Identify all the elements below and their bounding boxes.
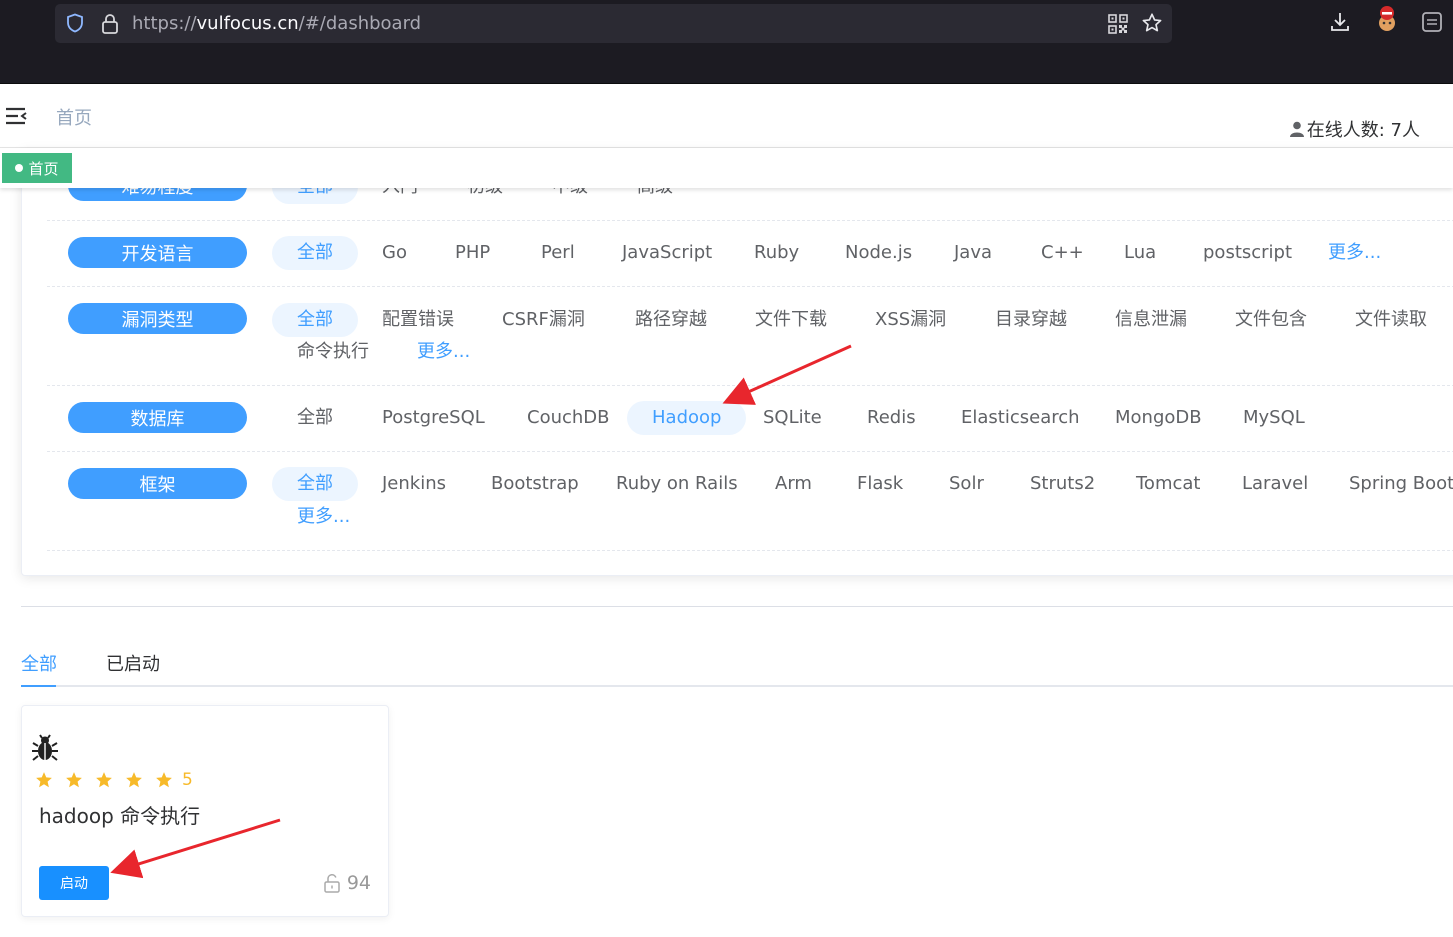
address-bar[interactable]: https://vulfocus.cn/#/dashboard xyxy=(55,4,1172,43)
filter-option[interactable]: Ruby on Rails xyxy=(616,467,738,501)
filter-option[interactable]: MySQL xyxy=(1243,401,1305,435)
filter-option[interactable]: C++ xyxy=(1041,236,1084,270)
filter-row-framework: 框架 全部 Jenkins Bootstrap Ruby on Rails Ar… xyxy=(47,452,1453,551)
rating-score: 5 xyxy=(182,770,193,790)
filter-option[interactable]: Spring Boot xyxy=(1349,467,1453,501)
filter-option[interactable]: Solr xyxy=(949,467,984,501)
tab-all[interactable]: 全部 xyxy=(21,650,57,676)
filter-option[interactable]: Struts2 xyxy=(1030,467,1095,501)
filter-category-framework: 框架 xyxy=(68,468,247,499)
filter-category-vuln-type: 漏洞类型 xyxy=(68,303,247,334)
hamburger-icon[interactable] xyxy=(5,106,27,126)
filter-row-database: 数据库 全部 PostgreSQL CouchDB Hadoop SQLite … xyxy=(47,386,1453,452)
filter-option[interactable]: Redis xyxy=(867,401,916,435)
browser-toolbar: https://vulfocus.cn/#/dashboard xyxy=(0,0,1453,84)
filter-category-database: 数据库 xyxy=(68,402,247,433)
filter-more-link[interactable]: 更多... xyxy=(297,500,350,534)
filter-option[interactable]: XSS漏洞 xyxy=(875,303,946,337)
filter-option[interactable]: PostgreSQL xyxy=(382,401,485,435)
filter-option[interactable]: 文件下载 xyxy=(755,303,827,337)
filter-option[interactable]: Node.js xyxy=(845,236,912,270)
filter-option[interactable]: PHP xyxy=(455,236,490,270)
filter-option[interactable]: CSRF漏洞 xyxy=(502,303,585,337)
filter-option[interactable]: 全部 xyxy=(272,303,358,337)
tab-started[interactable]: 已启动 xyxy=(106,650,160,676)
filter-option[interactable]: MongoDB xyxy=(1115,401,1202,435)
filter-option[interactable]: Ruby xyxy=(754,236,799,270)
star-filled-icon xyxy=(96,772,112,788)
filter-option[interactable]: 全部 xyxy=(297,401,333,435)
filter-option[interactable]: Perl xyxy=(541,236,575,270)
filter-option[interactable]: Go xyxy=(382,236,407,270)
filter-option[interactable]: 全部 xyxy=(272,467,358,501)
tab-active-indicator xyxy=(21,685,56,687)
filter-option[interactable]: 目录穿越 xyxy=(995,303,1067,337)
start-button[interactable]: 启动 xyxy=(39,866,109,900)
filter-option[interactable]: 配置错误 xyxy=(382,303,454,337)
filter-row-vuln-type: 漏洞类型 全部 配置错误 CSRF漏洞 路径穿越 文件下载 XSS漏洞 目录穿越… xyxy=(47,287,1453,386)
filter-option[interactable]: Tomcat xyxy=(1136,467,1200,501)
filter-option[interactable]: SQLite xyxy=(763,401,822,435)
filter-option[interactable]: Jenkins xyxy=(382,467,446,501)
rating-stars: 5 xyxy=(35,770,193,790)
app-header: 首页 在线人数: 7人 xyxy=(0,84,1453,148)
extension-icon[interactable] xyxy=(1374,5,1400,33)
breadcrumb: 首页 xyxy=(56,108,92,129)
menu-icon[interactable] xyxy=(1421,10,1443,34)
filter-option[interactable]: JavaScript xyxy=(622,236,712,270)
filter-option[interactable]: 路径穿越 xyxy=(635,303,707,337)
tags-view-bar: 首页 xyxy=(0,148,1453,188)
filter-option[interactable]: Java xyxy=(954,236,992,270)
filter-option[interactable]: postscript xyxy=(1203,236,1292,270)
star-filled-icon xyxy=(126,772,142,788)
filter-option[interactable]: CouchDB xyxy=(527,401,610,435)
star-filled-icon xyxy=(36,772,52,788)
filter-option[interactable]: Bootstrap xyxy=(491,467,579,501)
filter-option[interactable]: 命令执行 xyxy=(297,335,369,369)
qr-code-icon[interactable] xyxy=(1108,14,1128,34)
filter-option[interactable]: Lua xyxy=(1124,236,1156,270)
filter-option[interactable]: 信息泄漏 xyxy=(1115,303,1187,337)
bug-icon xyxy=(32,734,58,761)
filter-option[interactable]: 文件包含 xyxy=(1235,303,1307,337)
filter-option[interactable]: Arm xyxy=(775,467,812,501)
online-users: 在线人数: 7人 xyxy=(1289,116,1420,142)
vuln-title: hadoop 命令执行 xyxy=(39,804,201,828)
vuln-card[interactable]: 5 hadoop 命令执行 启动 94 xyxy=(21,705,389,917)
filter-option[interactable]: 全部 xyxy=(272,236,358,270)
filter-option[interactable]: Laravel xyxy=(1242,467,1308,501)
filter-more-link[interactable]: 更多... xyxy=(1328,236,1381,270)
filter-option[interactable]: Elasticsearch xyxy=(961,401,1080,435)
download-icon[interactable] xyxy=(1329,11,1351,33)
star-filled-icon xyxy=(156,772,172,788)
filter-more-link[interactable]: 更多... xyxy=(417,335,470,369)
url-text[interactable]: https://vulfocus.cn/#/dashboard xyxy=(132,13,421,34)
unlock-icon xyxy=(324,873,340,893)
active-dot-icon xyxy=(15,164,24,172)
filter-option[interactable]: Flask xyxy=(857,467,903,501)
lock-icon[interactable] xyxy=(100,13,120,35)
filter-row-language: 开发语言 全部 Go PHP Perl JavaScript Ruby Node… xyxy=(47,221,1453,287)
star-filled-icon xyxy=(66,772,82,788)
filter-category-language: 开发语言 xyxy=(68,237,247,268)
filter-option[interactable]: 文件读取 xyxy=(1355,303,1427,337)
user-icon xyxy=(1289,121,1304,137)
filter-card: 难易程度 全部 入门 初级 中级 高级 开发语言 全部 Go PHP Perl … xyxy=(21,150,1453,576)
shield-icon[interactable] xyxy=(65,13,85,33)
download-count: 94 xyxy=(323,872,371,894)
tabs-baseline xyxy=(21,685,1453,687)
section-divider xyxy=(21,606,1453,607)
tag-home[interactable]: 首页 xyxy=(2,153,72,183)
star-icon[interactable] xyxy=(1141,12,1163,34)
filter-option-selected[interactable]: Hadoop xyxy=(627,401,747,435)
